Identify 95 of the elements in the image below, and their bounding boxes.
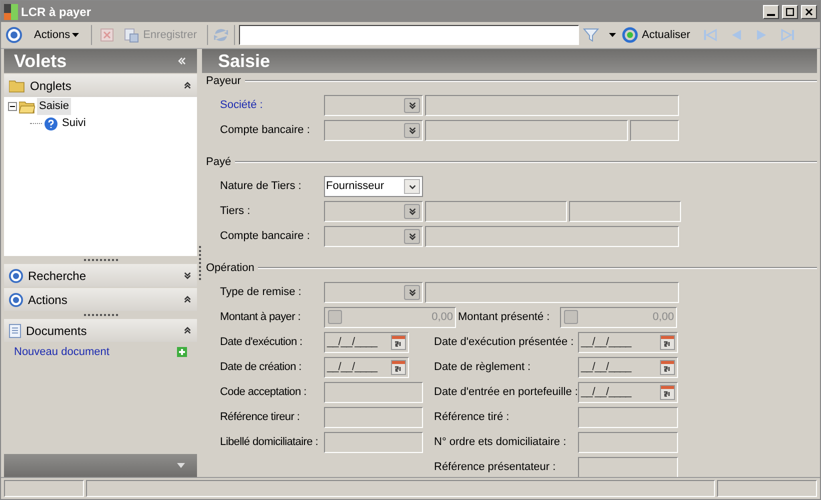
- field-label: Référence tireur :: [220, 410, 301, 425]
- text-field[interactable]: [578, 406, 678, 428]
- target-icon: [6, 27, 22, 43]
- field-label: Date d'exécution :: [220, 334, 304, 350]
- group-title: Opération: [206, 260, 256, 276]
- text-field[interactable]: [324, 382, 423, 402]
- calendar-icon[interactable]: [391, 334, 406, 350]
- panel-section-header[interactable]: Recherche: [4, 264, 197, 287]
- caret-icon: [72, 33, 80, 37]
- calendar-icon[interactable]: [660, 334, 675, 350]
- panel-section-header[interactable]: Actions: [4, 288, 197, 311]
- field-label: Date d'entrée en portefeuille :: [434, 384, 578, 400]
- text-field[interactable]: [425, 226, 679, 246]
- refresh-icon: [622, 27, 638, 43]
- app-logo-icon: [4, 4, 18, 20]
- folder-icon: [9, 78, 25, 92]
- window-title: LCR à payer: [21, 4, 92, 20]
- field-label: Tiers :: [220, 204, 252, 219]
- field-label: Date d'exécution présentée :: [434, 334, 575, 350]
- field-label: Référence tiré :: [434, 410, 510, 425]
- date-field[interactable]: __/__/____: [578, 332, 678, 352]
- text-field[interactable]: [425, 94, 679, 116]
- collapse-chevron-icon: [183, 326, 192, 335]
- text-field[interactable]: [578, 432, 678, 452]
- text-field[interactable]: [630, 120, 679, 140]
- dropdown-field[interactable]: [324, 120, 423, 140]
- double-chevron-icon: [408, 100, 416, 110]
- panel-section-header[interactable]: Documents: [4, 319, 197, 342]
- save-icon: [124, 28, 140, 42]
- search-field[interactable]: [238, 25, 579, 45]
- collapse-icon[interactable]: [8, 102, 17, 111]
- field-label: N° ordre ets domiciliataire :: [434, 434, 568, 450]
- tree-item[interactable]: Suivi: [60, 115, 88, 132]
- text-field[interactable]: [569, 200, 681, 222]
- field-label: Nature de Tiers :: [220, 178, 302, 194]
- field-label: Compte bancaire :: [220, 228, 311, 244]
- refresh-button[interactable]: Actualiser: [620, 26, 692, 44]
- caret-icon[interactable]: [608, 33, 616, 37]
- new-document-link[interactable]: Nouveau document: [14, 344, 177, 360]
- date-field[interactable]: __/__/____: [578, 356, 678, 378]
- text-field[interactable]: [324, 432, 423, 452]
- help-icon: [44, 116, 58, 130]
- date-field[interactable]: __/__/____: [324, 332, 409, 352]
- dropdown-field[interactable]: [324, 200, 423, 222]
- calendar-icon[interactable]: [660, 360, 675, 374]
- field-label: Type de remise :: [220, 284, 302, 300]
- collapse-chevron-icon: [183, 295, 192, 304]
- group-title: Payé: [206, 154, 232, 170]
- text-field[interactable]: [425, 200, 567, 222]
- text-field[interactable]: [578, 456, 678, 478]
- text-field[interactable]: [425, 120, 628, 140]
- double-chevron-icon: [408, 206, 416, 216]
- dropdown-field[interactable]: [324, 282, 423, 302]
- field-label: Date de création :: [220, 360, 302, 375]
- actions-menu-button[interactable]: Actions: [26, 26, 88, 44]
- field-label: Montant présenté :: [458, 310, 551, 325]
- double-chevron-icon: [408, 232, 416, 240]
- document-icon: [9, 324, 21, 338]
- maximize-icon: [786, 8, 794, 16]
- minimize-button[interactable]: [763, 4, 779, 18]
- double-chevron-icon: [408, 288, 416, 296]
- panel-section-header[interactable]: Onglets: [4, 74, 197, 97]
- collapse-chevron-icon: [183, 81, 192, 90]
- close-icon: [805, 8, 813, 16]
- field-label: Date de règlement :: [434, 360, 532, 375]
- double-chevron-icon: [408, 126, 416, 134]
- close-button[interactable]: [801, 4, 817, 18]
- field-label: Montant à payer :: [220, 310, 302, 325]
- field-label: Code acceptation :: [220, 384, 308, 400]
- field-label: Compte bancaire :: [220, 122, 311, 138]
- group-title: Payeur: [206, 74, 242, 89]
- dropdown-field[interactable]: [324, 226, 423, 246]
- date-field[interactable]: __/__/____: [324, 356, 409, 378]
- text-field[interactable]: [324, 406, 423, 428]
- text-field[interactable]: [425, 282, 679, 302]
- dropdown-field[interactable]: Fournisseur: [324, 176, 423, 196]
- tree-item[interactable]: Saisie: [37, 98, 71, 115]
- expand-chevron-icon: [183, 271, 192, 280]
- target-icon: [9, 292, 23, 306]
- target-icon: [9, 268, 23, 282]
- calendar-icon[interactable]: [660, 384, 675, 400]
- collapse-panel-icon[interactable]: [177, 56, 187, 66]
- form-header: Saisie: [202, 49, 817, 73]
- open-folder-icon: [19, 100, 35, 114]
- calendar-icon[interactable]: [391, 360, 406, 374]
- minimize-icon: [767, 14, 775, 16]
- field-label: Société :: [220, 98, 264, 113]
- add-icon[interactable]: [177, 347, 187, 357]
- date-field[interactable]: __/__/____: [578, 382, 678, 402]
- field-label: Référence présentateur :: [434, 460, 557, 475]
- panel-header: Volets: [4, 49, 197, 73]
- field-label: Libellé domiciliataire :: [220, 434, 319, 450]
- dropdown-field[interactable]: [324, 94, 423, 116]
- filter-icon[interactable]: [582, 27, 599, 43]
- maximize-button[interactable]: [782, 4, 798, 18]
